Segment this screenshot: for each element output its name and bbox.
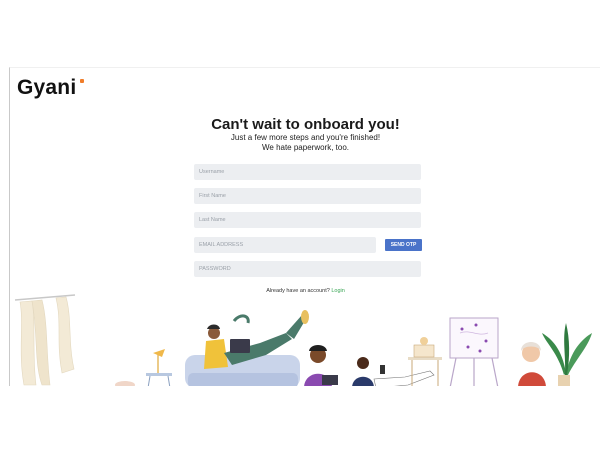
- person-on-sofa-illustration: [185, 310, 309, 386]
- page-subtitle-line2: We hate paperwork, too.: [261, 143, 349, 152]
- email-input[interactable]: [194, 237, 376, 253]
- lamp-table-illustration: [115, 349, 172, 386]
- first-name-input[interactable]: [194, 188, 421, 204]
- onboarding-illustration: [14, 294, 592, 386]
- brand-logo[interactable]: Gyani: [17, 76, 84, 100]
- password-input[interactable]: [194, 261, 421, 277]
- curtain-illustration: [14, 294, 76, 386]
- plant-illustration: [542, 323, 592, 386]
- send-otp-button[interactable]: SEND OTP: [385, 239, 422, 251]
- logo-dot: [80, 79, 84, 83]
- easel-illustration: [449, 317, 499, 386]
- username-input[interactable]: [194, 164, 421, 180]
- brand-name: Gyani: [17, 76, 77, 99]
- elderly-woman-illustration: [518, 342, 546, 386]
- page-subtitle-line1: Just a few more steps and you're finishe…: [230, 133, 381, 142]
- person-with-laptop-illustration: [304, 345, 338, 386]
- last-name-input[interactable]: [194, 212, 421, 228]
- person-with-phone-illustration: [352, 357, 435, 386]
- app-window: Gyani Can't wait to onboard you! Just a …: [9, 67, 600, 386]
- page-title: Can't wait to onboard you!: [211, 116, 400, 133]
